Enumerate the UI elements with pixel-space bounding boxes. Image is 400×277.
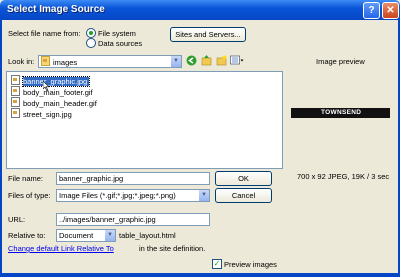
file-list[interactable]: banner_graphic.jpg body_main_footer.gif … — [6, 71, 283, 169]
preview-banner-text: TOWNSEND — [321, 109, 362, 116]
close-button[interactable]: ✕ — [382, 2, 399, 19]
back-icon[interactable] — [186, 55, 197, 66]
image-file-icon — [11, 108, 20, 118]
image-file-icon — [11, 86, 20, 96]
relative-file-name: table_layout.html — [119, 231, 176, 240]
list-item[interactable]: street_sign.jpg — [11, 108, 72, 119]
file-system-radio[interactable] — [86, 28, 96, 38]
data-sources-label[interactable]: Data sources — [98, 39, 142, 48]
mouse-cursor-icon — [43, 81, 50, 91]
look-in-value: images — [53, 58, 78, 67]
ok-button[interactable]: OK — [215, 171, 272, 186]
file-name: body_main_footer.gif — [23, 88, 93, 97]
file-name-input[interactable]: banner_graphic.jpg — [56, 172, 210, 185]
folder-icon — [41, 56, 50, 66]
preview-title: Image preview — [316, 57, 365, 66]
file-name: body_main_header.gif — [23, 99, 97, 108]
file-type-label: Files of type: — [8, 191, 51, 200]
up-folder-icon[interactable] — [201, 55, 212, 66]
image-file-icon — [11, 75, 20, 85]
url-label: URL: — [8, 215, 26, 224]
change-link-suffix: in the site definition. — [139, 244, 206, 253]
chevron-down-icon: ▼ — [105, 230, 115, 241]
url-input[interactable]: ../images/banner_graphic.jpg — [56, 213, 210, 226]
view-menu-icon[interactable] — [230, 55, 244, 66]
file-name-label: File name: — [8, 174, 44, 183]
file-name: street_sign.jpg — [23, 110, 72, 119]
new-folder-icon[interactable] — [216, 55, 227, 66]
chevron-down-icon: ▼ — [199, 190, 209, 201]
window-title: Select Image Source — [7, 4, 105, 15]
file-type-value: Image Files (*.gif;*.jpg;*.jpeg;*.png) — [59, 191, 176, 200]
look-in-label: Look in: — [8, 57, 35, 66]
file-type-select[interactable]: Image Files (*.gif;*.jpg;*.jpeg;*.png) ▼ — [56, 189, 210, 202]
relative-to-label: Relative to: — [8, 231, 46, 240]
sites-servers-button[interactable]: Sites and Servers... — [170, 27, 246, 42]
change-relative-link[interactable]: Change default Link Relative To — [8, 244, 114, 253]
relative-to-select[interactable]: Document ▼ — [56, 229, 116, 242]
preview-images-checkbox[interactable]: ✓ — [212, 259, 222, 269]
preview-images-label[interactable]: Preview images — [224, 260, 277, 269]
chevron-down-icon: ▼ — [171, 56, 181, 67]
title-bar: Select Image Source ? ✕ — [0, 0, 400, 20]
file-system-label[interactable]: File system — [98, 29, 136, 38]
preview-image: TOWNSEND — [291, 108, 390, 118]
image-file-icon — [11, 97, 20, 107]
relative-to-value: Document — [59, 231, 94, 240]
preview-info: 700 x 92 JPEG, 19K / 3 sec — [297, 172, 390, 181]
list-item[interactable]: body_main_footer.gif — [11, 86, 93, 97]
data-sources-radio[interactable] — [86, 38, 96, 48]
file-name: banner_graphic.jpg — [21, 76, 91, 87]
source-label: Select file name from: — [8, 29, 81, 38]
look-in-select[interactable]: images ▼ — [38, 55, 182, 68]
help-button[interactable]: ? — [363, 2, 380, 19]
list-item[interactable]: body_main_header.gif — [11, 97, 97, 108]
cancel-button[interactable]: Cancel — [215, 188, 272, 203]
